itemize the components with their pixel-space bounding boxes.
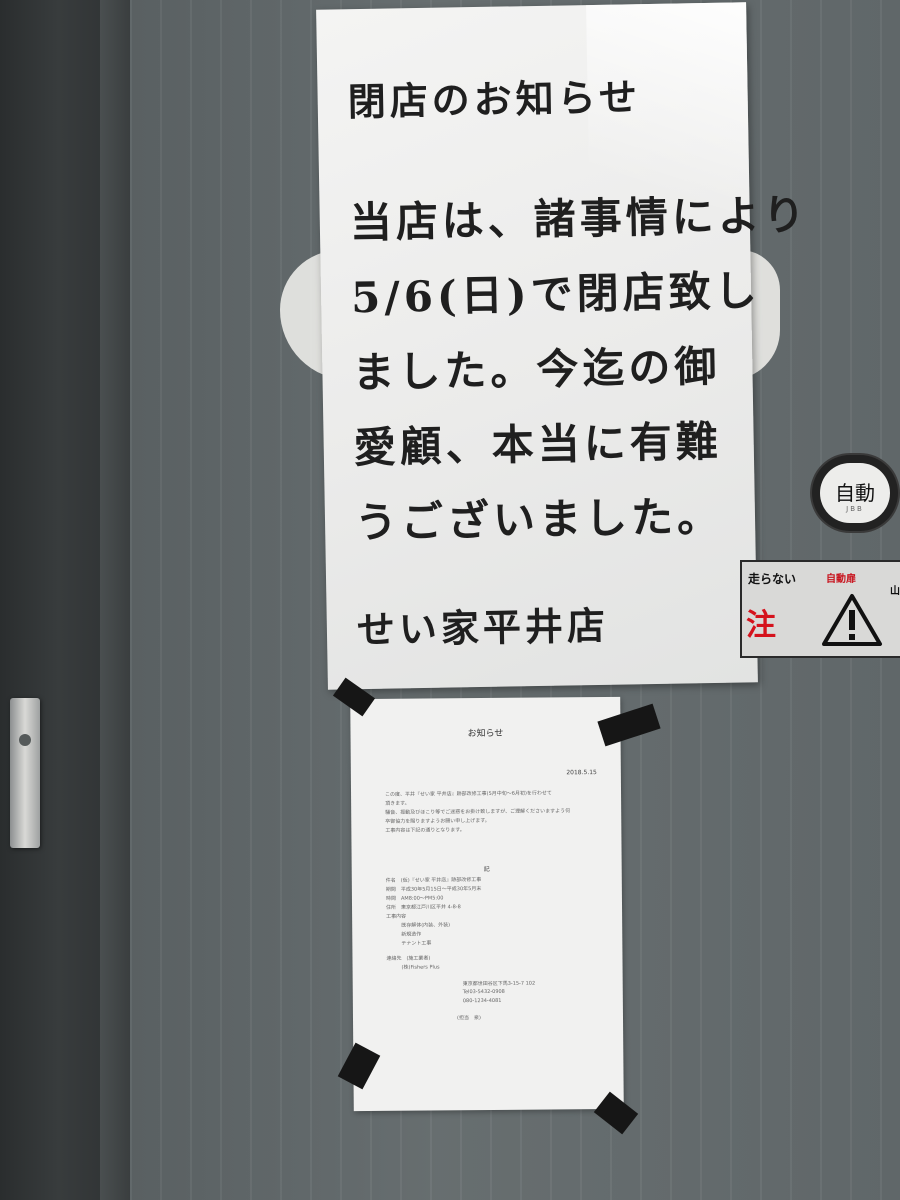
contact-line: (株)Fishers Plus — [386, 964, 440, 971]
contact-person: (担当 泉) — [456, 1015, 481, 1022]
body-line: 騒音、振動及びほこり等でご迷惑をお掛け致しますが、ご理解くださいますよう何 — [385, 808, 571, 816]
caution-edge-char: 山 — [890, 586, 900, 597]
caution-red-label: 自動扉 — [826, 574, 856, 585]
badge-brand: JBB — [846, 505, 864, 513]
printed-construction-notice: お知らせ 2018.5.15 この度、平井『せい家 平井店』跡部改修工事(5月中… — [350, 696, 624, 1112]
caution-big-char: 注 — [746, 608, 776, 643]
notice-signature: せい家平井店 — [356, 602, 610, 653]
notice-title: 閉店のお知らせ — [347, 74, 642, 125]
caution-text: 走らない — [748, 572, 797, 586]
contact-mobile: 080-1234-4081 — [462, 997, 502, 1005]
notice-line-4: 愛顧、本当に有難 — [353, 416, 723, 473]
notice-line-3: ました。今迄の御 — [352, 341, 721, 398]
caution-sticker: 走らない 自動扉 山 注 — [740, 560, 900, 658]
badge-label: 自動 — [835, 481, 875, 505]
contact-phone: Tel03-5432-0908 — [462, 988, 505, 996]
automatic-door-badge: 自動 JBB — [812, 455, 898, 531]
handwritten-closing-notice: 閉店のお知らせ 当店は、諸事情により 5/6(日)で閉店致し ました。今迄の御 … — [316, 2, 809, 690]
printed-title: お知らせ — [467, 728, 504, 740]
door-handle[interactable] — [10, 698, 40, 848]
notice-line-1: 当店は、諸事情により — [349, 190, 810, 248]
warning-triangle-icon — [822, 594, 882, 646]
body-line: 工事内容は下記の通りとなります。 — [385, 827, 465, 834]
badge-face: 自動 JBB — [820, 463, 890, 523]
printed-ki-heading: 記 — [483, 865, 490, 874]
printed-date: 2018.5.15 — [566, 769, 597, 777]
contact-address: 東京都世田谷区下馬3-15-7 102 — [462, 980, 536, 988]
door-frame — [0, 0, 130, 1200]
handle-keyhole — [19, 734, 31, 746]
printed-body: この度、平井『せい家 平井店』跡部改修工事(5月中旬〜6月初)を行わせて 頂きま… — [385, 789, 595, 836]
detail-line: テナント工事 — [386, 940, 432, 947]
notice-line-5: うございました。 — [354, 491, 724, 548]
door-frame-edge — [100, 0, 130, 1200]
printed-details: 件名 (仮)『せい家 平井店』跡部改修工事 期間 平成30年5月15日〜平成30… — [386, 875, 607, 949]
notice-line-2: 5/6(日)で閉店致し — [350, 266, 762, 323]
printed-contact: 連絡先 (施工業者) (株)Fishers Plus — [386, 953, 596, 973]
